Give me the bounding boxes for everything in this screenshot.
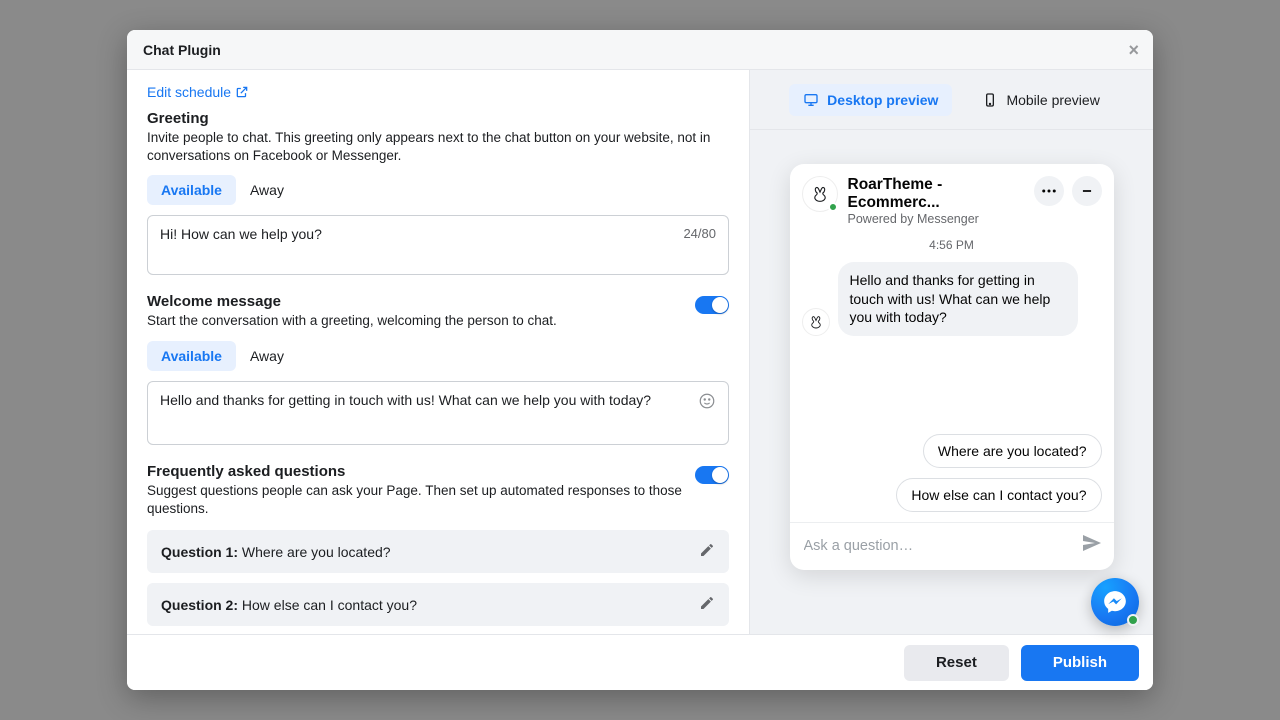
mobile-icon <box>982 92 998 108</box>
mobile-preview-label: Mobile preview <box>1006 92 1099 108</box>
welcome-title: Welcome message <box>147 293 557 310</box>
publish-button[interactable]: Publish <box>1021 645 1139 681</box>
modal-title: Chat Plugin <box>143 42 221 58</box>
tab-desktop-preview[interactable]: Desktop preview <box>789 84 952 116</box>
edit-icon[interactable] <box>699 542 715 561</box>
tab-mobile-preview[interactable]: Mobile preview <box>968 84 1113 116</box>
greeting-title: Greeting <box>147 110 729 127</box>
greeting-tabs: Available Away <box>147 175 729 205</box>
chat-subtitle: Powered by Messenger <box>848 212 1024 226</box>
online-status-dot <box>828 202 838 212</box>
welcome-desc: Start the conversation with a greeting, … <box>147 312 557 330</box>
minimize-icon <box>1080 184 1094 198</box>
faq-q2-label: Question 2: <box>161 597 238 613</box>
chat-plugin-modal: Chat Plugin × Edit schedule Greeting Inv… <box>127 30 1153 690</box>
chat-message-row: Hello and thanks for getting in touch wi… <box>790 262 1114 337</box>
more-options-button[interactable] <box>1034 176 1064 206</box>
more-icon <box>1040 182 1058 200</box>
suggested-question-2[interactable]: How else can I contact you? <box>896 478 1101 512</box>
chat-input-bar <box>790 522 1114 570</box>
rabbit-icon <box>809 183 831 205</box>
preview-pane: Desktop preview Mobile preview Roa <box>749 70 1153 634</box>
close-icon[interactable]: × <box>1128 41 1139 59</box>
greeting-desc: Invite people to chat. This greeting onl… <box>147 129 729 165</box>
faq-toggle[interactable] <box>695 466 729 484</box>
chat-header: RoarTheme - Ecommerc... Powered by Messe… <box>790 164 1114 232</box>
faq-question-1[interactable]: Question 1: Where are you located? <box>147 530 729 573</box>
emoji-picker-icon[interactable] <box>698 392 716 413</box>
tab-welcome-away[interactable]: Away <box>236 341 298 371</box>
chat-page-title: RoarTheme - Ecommerc... <box>848 176 1024 212</box>
external-link-icon <box>235 85 249 99</box>
messenger-fab[interactable] <box>1091 578 1139 626</box>
preview-area: RoarTheme - Ecommerc... Powered by Messe… <box>750 130 1153 634</box>
chat-timestamp: 4:56 PM <box>790 232 1114 262</box>
send-icon <box>1080 531 1104 555</box>
tab-welcome-available[interactable]: Available <box>147 341 236 371</box>
welcome-text: Hello and thanks for getting in touch wi… <box>160 392 716 408</box>
suggested-questions: Where are you located? How else can I co… <box>790 434 1114 522</box>
tab-greeting-away[interactable]: Away <box>236 175 298 205</box>
faq-q1-text: Where are you located? <box>242 544 391 560</box>
greeting-textarea[interactable]: Hi! How can we help you? 24/80 <box>147 215 729 275</box>
edit-schedule-link[interactable]: Edit schedule <box>147 84 249 100</box>
message-avatar <box>802 308 830 336</box>
faq-q2-text: How else can I contact you? <box>242 597 417 613</box>
chat-widget: RoarTheme - Ecommerc... Powered by Messe… <box>790 164 1114 570</box>
send-button[interactable] <box>1080 531 1104 560</box>
faq-question-2[interactable]: Question 2: How else can I contact you? <box>147 583 729 626</box>
welcome-toggle[interactable] <box>695 296 729 314</box>
settings-pane: Edit schedule Greeting Invite people to … <box>127 70 749 634</box>
tab-greeting-available[interactable]: Available <box>147 175 236 205</box>
minimize-button[interactable] <box>1072 176 1102 206</box>
faq-desc: Suggest questions people can ask your Pa… <box>147 482 685 518</box>
edit-icon[interactable] <box>699 595 715 614</box>
edit-schedule-label: Edit schedule <box>147 84 231 100</box>
modal-header: Chat Plugin × <box>127 30 1153 70</box>
chat-spacer <box>790 336 1114 434</box>
modal-footer: Reset Publish <box>127 634 1153 690</box>
chat-text-input[interactable] <box>804 538 1072 554</box>
desktop-preview-label: Desktop preview <box>827 92 938 108</box>
rabbit-icon <box>807 313 825 331</box>
faq-title: Frequently asked questions <box>147 463 685 480</box>
welcome-textarea[interactable]: Hello and thanks for getting in touch wi… <box>147 381 729 445</box>
page-avatar <box>802 176 838 212</box>
modal-body: Edit schedule Greeting Invite people to … <box>127 70 1153 634</box>
welcome-tabs: Available Away <box>147 341 729 371</box>
greeting-text: Hi! How can we help you? <box>160 226 716 242</box>
reset-button[interactable]: Reset <box>904 645 1009 681</box>
preview-tabs: Desktop preview Mobile preview <box>750 70 1153 130</box>
welcome-bubble: Hello and thanks for getting in touch wi… <box>838 262 1078 337</box>
messenger-icon <box>1102 589 1128 615</box>
greeting-char-counter: 24/80 <box>683 226 716 241</box>
faq-q1-label: Question 1: <box>161 544 238 560</box>
desktop-icon <box>803 92 819 108</box>
suggested-question-1[interactable]: Where are you located? <box>923 434 1102 468</box>
online-status-dot <box>1127 614 1139 626</box>
